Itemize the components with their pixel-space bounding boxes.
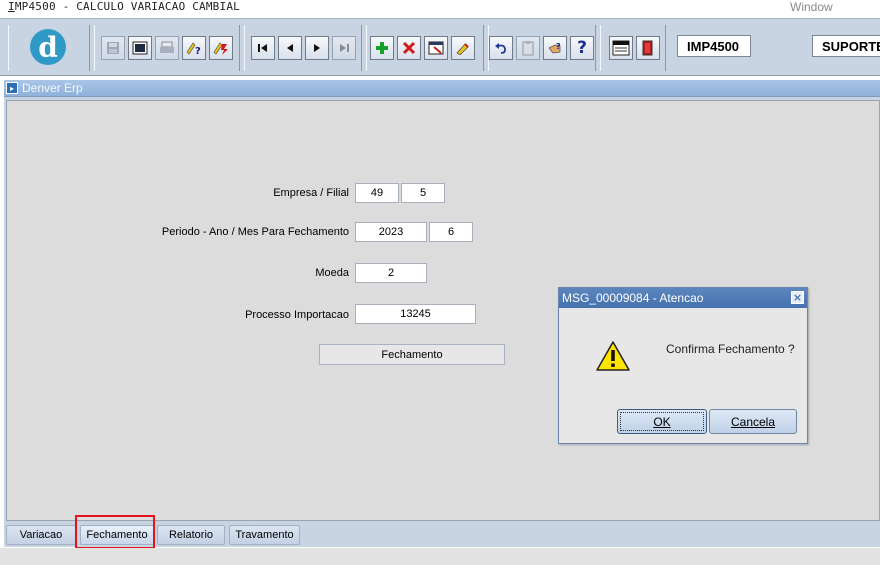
clipboard-icon[interactable]: [516, 36, 540, 60]
toolbar-group-help: ? ?: [488, 25, 596, 71]
svg-text:?: ?: [195, 46, 201, 56]
inner-window-title: Denver Erp: [22, 81, 83, 95]
ano-field[interactable]: 2023: [355, 222, 427, 242]
processo-importacao-field[interactable]: 13245: [355, 304, 476, 324]
logo-group: d: [8, 25, 90, 71]
denver-logo: d: [30, 29, 66, 65]
first-record-icon[interactable]: [251, 36, 275, 60]
cancel-button-label: Cancela: [730, 414, 776, 429]
tab-relatorio[interactable]: Relatorio: [157, 525, 225, 545]
window-title: IMP4500 - CALCULO VARIACAO CAMBIAL: [8, 0, 240, 13]
mes-field[interactable]: 6: [429, 222, 473, 242]
inner-window-title-bar: ▸ Denver Erp: [4, 80, 880, 97]
clear-record-icon[interactable]: [424, 36, 448, 60]
exit-icon[interactable]: [636, 36, 660, 60]
toolbar-group-records: [366, 25, 484, 71]
edit-icon[interactable]: [451, 36, 475, 60]
ok-button-label: OK: [653, 414, 671, 429]
empresa-filial-label: Empresa / Filial: [273, 187, 349, 199]
dialog-title-bar: MSG_00009084 - Atencao ×: [559, 288, 807, 308]
svg-text:?: ?: [556, 42, 561, 51]
delete-record-icon[interactable]: [397, 36, 421, 60]
dialog-message: Confirma Fechamento ?: [666, 342, 795, 356]
undo-icon[interactable]: [489, 36, 513, 60]
fechamento-button[interactable]: Fechamento: [319, 344, 505, 365]
user-field: SUPORTE(: [812, 35, 880, 57]
insert-record-icon[interactable]: [370, 36, 394, 60]
last-record-icon[interactable]: [332, 36, 356, 60]
print-preview-icon[interactable]: [128, 36, 152, 60]
moeda-field[interactable]: 2: [355, 263, 427, 283]
periodo-label: Periodo - Ano / Mes Para Fechamento: [161, 226, 349, 238]
moeda-label: Moeda: [315, 267, 349, 279]
help-hand-icon[interactable]: ?: [543, 36, 567, 60]
toolbar-group-navigation: [244, 25, 362, 71]
filial-field[interactable]: 5: [401, 183, 445, 203]
query-icon[interactable]: ?: [182, 36, 206, 60]
help-icon[interactable]: ?: [570, 36, 594, 60]
app-icon: ▸: [6, 82, 18, 94]
title-bar: IMP4500 - CALCULO VARIACAO CAMBIAL Windo…: [0, 0, 880, 18]
status-strip: [0, 548, 880, 565]
menu-icon[interactable]: [609, 36, 633, 60]
tab-fechamento[interactable]: Fechamento: [80, 525, 154, 545]
print-icon[interactable]: [155, 36, 179, 60]
module-code-field: IMP4500: [677, 35, 751, 57]
previous-record-icon[interactable]: [278, 36, 302, 60]
warning-icon: [596, 341, 630, 371]
tab-travamento[interactable]: Travamento: [229, 525, 300, 545]
menu-window[interactable]: Window: [790, 0, 833, 14]
next-record-icon[interactable]: [305, 36, 329, 60]
cancel-button[interactable]: Cancela: [709, 409, 797, 434]
dialog-title: MSG_00009084 - Atencao: [562, 291, 704, 305]
question-mark-icon: ?: [577, 38, 587, 58]
toolbar: d ? ? ? IMP4500 SUPORT: [0, 18, 880, 76]
toolbar-group-menu: [600, 25, 666, 71]
processo-importacao-label: Processo Importacao: [245, 309, 349, 321]
tab-variacao[interactable]: Variacao: [6, 525, 76, 545]
confirm-dialog: MSG_00009084 - Atencao × Confirma Fecham…: [558, 287, 808, 444]
save-icon[interactable]: [101, 36, 125, 60]
empresa-field[interactable]: 49: [355, 183, 399, 203]
ok-button[interactable]: OK: [617, 409, 707, 434]
execute-query-icon[interactable]: [209, 36, 233, 60]
toolbar-group-file: ?: [94, 25, 240, 71]
close-icon[interactable]: ×: [791, 291, 804, 304]
